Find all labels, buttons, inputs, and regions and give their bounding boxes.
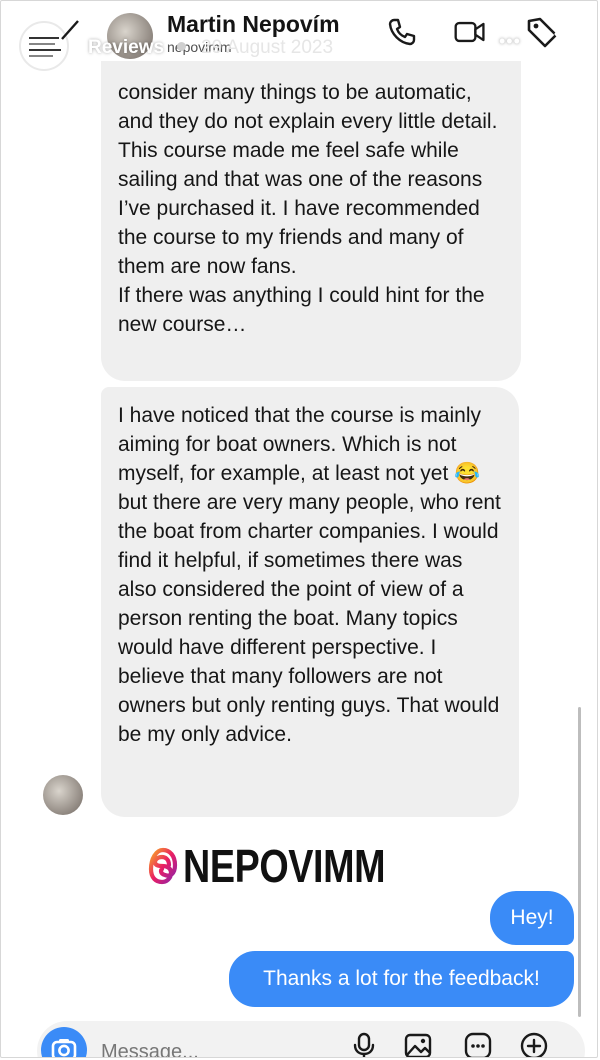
story-date: 29 August 2023 bbox=[201, 37, 334, 58]
story-title[interactable]: Reviews bbox=[88, 37, 164, 59]
outgoing-message[interactable]: Hey! bbox=[490, 891, 574, 945]
threads-handle-sticker[interactable]: NEPOVIMM bbox=[147, 839, 429, 893]
more-icon[interactable]: ••• bbox=[499, 31, 521, 52]
sender-avatar[interactable] bbox=[43, 775, 83, 815]
message-text: If there was anything I could hint for t… bbox=[118, 284, 485, 336]
story-frame: Martin Nepovím nepovimm Reviews 29 Augus… bbox=[0, 0, 598, 1058]
phone-icon[interactable] bbox=[385, 15, 419, 49]
message-text: consider many things to be automatic, an… bbox=[118, 81, 498, 278]
sticker-icon[interactable] bbox=[463, 1031, 493, 1058]
incoming-message[interactable]: consider many things to be automatic, an… bbox=[101, 61, 521, 381]
chevron-left-icon[interactable] bbox=[56, 19, 82, 45]
message-input[interactable] bbox=[101, 1037, 331, 1057]
camera-button[interactable] bbox=[41, 1027, 87, 1057]
camera-icon bbox=[51, 1039, 77, 1057]
plus-icon[interactable] bbox=[519, 1031, 549, 1058]
message-text: Hey! bbox=[510, 906, 554, 929]
message-text: I have noticed that the course is mainly… bbox=[118, 404, 501, 746]
microphone-icon[interactable] bbox=[349, 1031, 379, 1058]
outgoing-message[interactable]: Thanks a lot for the feedback! bbox=[229, 951, 574, 1007]
contact-name[interactable]: Martin Nepovím bbox=[167, 11, 340, 38]
message-text: Thanks a lot for the feedback! bbox=[263, 967, 540, 990]
threads-logo-icon bbox=[148, 847, 178, 885]
gallery-icon[interactable] bbox=[403, 1031, 433, 1058]
sticker-text: NEPOVIMM bbox=[183, 840, 386, 892]
scrollbar[interactable] bbox=[578, 707, 581, 1017]
story-dot bbox=[177, 42, 186, 51]
incoming-message[interactable]: I have noticed that the course is mainly… bbox=[101, 387, 519, 817]
close-icon[interactable] bbox=[551, 29, 587, 65]
video-camera-icon[interactable] bbox=[453, 15, 487, 49]
